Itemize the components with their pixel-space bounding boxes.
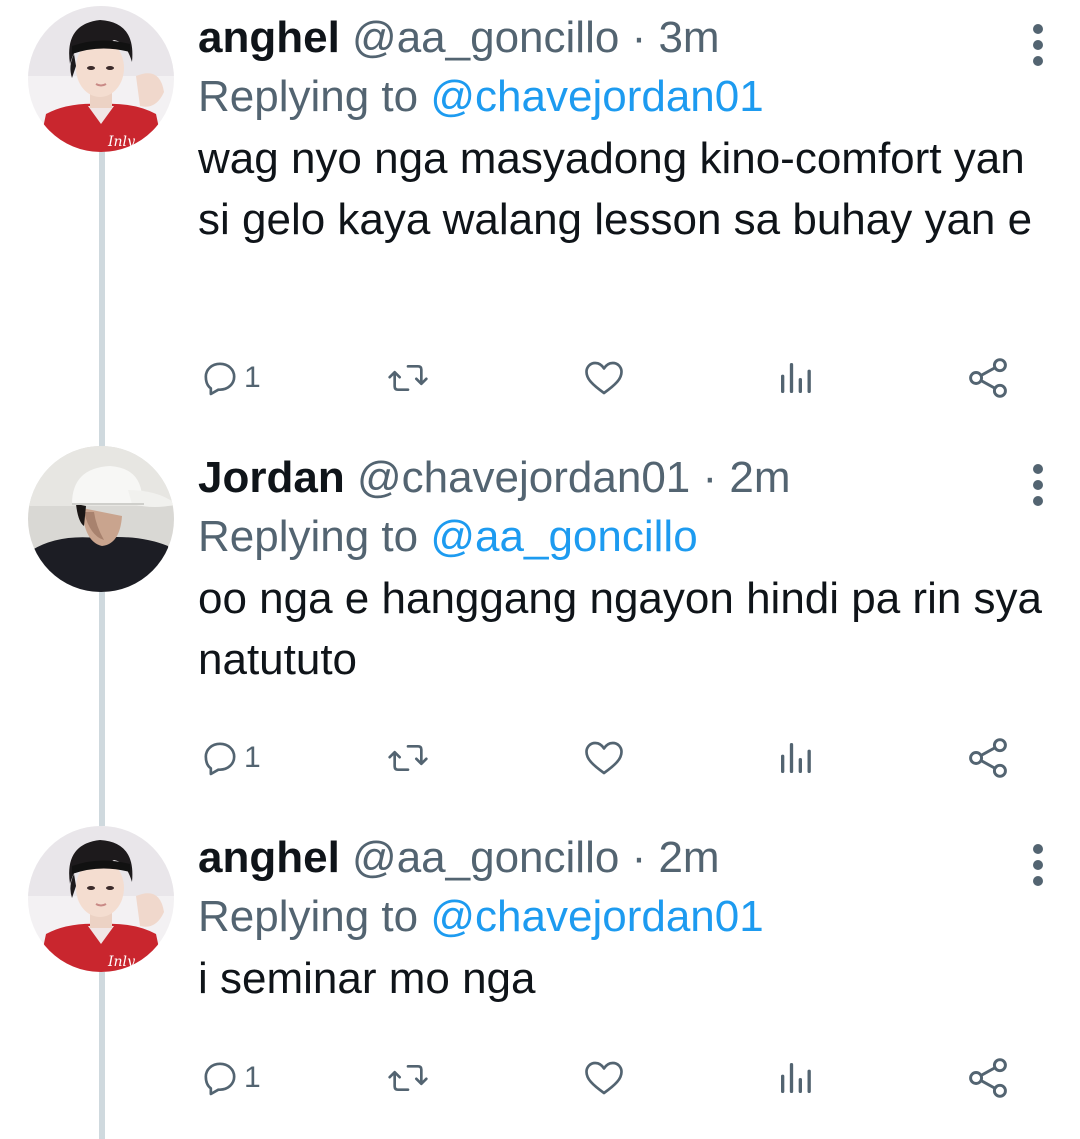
separator: · bbox=[631, 13, 647, 62]
tweet-text: wag nyo nga masyadong kino-comfort yan s… bbox=[198, 134, 1033, 244]
more-options-icon[interactable] bbox=[1030, 462, 1046, 508]
share-button[interactable] bbox=[966, 350, 1010, 406]
display-name[interactable]: anghel bbox=[198, 833, 340, 882]
like-icon bbox=[582, 358, 626, 398]
timestamp[interactable]: 3m bbox=[658, 13, 719, 62]
replying-to: Replying to @chavejordan01 bbox=[198, 888, 1060, 946]
timestamp[interactable]: 2m bbox=[658, 833, 719, 882]
mention-link[interactable]: @chavejordan01 bbox=[430, 892, 763, 941]
reply-icon bbox=[200, 738, 240, 778]
reply-count: 1 bbox=[244, 1061, 261, 1094]
separator: · bbox=[702, 453, 718, 502]
views-icon bbox=[776, 358, 816, 398]
avatar-white-cap-image bbox=[28, 446, 174, 592]
separator: · bbox=[631, 833, 647, 882]
svg-text:Inly: Inly bbox=[107, 954, 136, 970]
views-icon bbox=[776, 1058, 816, 1098]
replying-prefix: Replying to bbox=[198, 892, 419, 941]
avatar[interactable]: Inly bbox=[28, 6, 174, 152]
tweet-text: i seminar mo nga bbox=[198, 954, 536, 1003]
share-icon bbox=[966, 1056, 1010, 1100]
share-button[interactable] bbox=[966, 1050, 1010, 1106]
action-bar: 1 bbox=[198, 730, 1018, 786]
share-icon bbox=[966, 736, 1010, 780]
tweet[interactable]: Inly anghel @aa_goncillo · 3m Replying t… bbox=[0, 6, 1080, 446]
mention-link[interactable]: @chavejordan01 bbox=[430, 72, 763, 121]
tweet[interactable]: Inly anghel @aa_goncillo · 2m Replying t… bbox=[0, 826, 1080, 1139]
reply-button[interactable]: 1 bbox=[200, 1050, 261, 1106]
avatar-headband-image: Inly bbox=[28, 826, 174, 972]
share-button[interactable] bbox=[966, 730, 1010, 786]
views-button[interactable] bbox=[776, 1050, 816, 1106]
reply-button[interactable]: 1 bbox=[200, 730, 261, 786]
handle[interactable]: @chavejordan01 bbox=[357, 453, 690, 502]
share-icon bbox=[966, 356, 1010, 400]
reply-thread: Inly anghel @aa_goncillo · 3m Replying t… bbox=[0, 0, 1080, 1139]
views-button[interactable] bbox=[776, 350, 816, 406]
tweet-header: anghel @aa_goncillo · 3m bbox=[198, 6, 1060, 70]
display-name[interactable]: anghel bbox=[198, 13, 340, 62]
like-icon bbox=[582, 738, 626, 778]
retweet-icon bbox=[386, 1058, 430, 1098]
retweet-button[interactable] bbox=[386, 350, 430, 406]
retweet-icon bbox=[386, 738, 430, 778]
avatar[interactable]: Inly bbox=[28, 826, 174, 972]
reply-icon bbox=[200, 358, 240, 398]
replying-to: Replying to @aa_goncillo bbox=[198, 508, 1060, 566]
tweet[interactable]: Jordan @chavejordan01 · 2m Replying to @… bbox=[0, 446, 1080, 826]
action-bar: 1 bbox=[198, 1050, 1018, 1106]
replying-to: Replying to @chavejordan01 bbox=[198, 68, 1060, 126]
like-button[interactable] bbox=[582, 730, 626, 786]
handle[interactable]: @aa_goncillo bbox=[352, 13, 619, 62]
like-button[interactable] bbox=[582, 350, 626, 406]
retweet-icon bbox=[386, 358, 430, 398]
avatar[interactable] bbox=[28, 446, 174, 592]
svg-text:Inly: Inly bbox=[107, 134, 136, 150]
views-button[interactable] bbox=[776, 730, 816, 786]
replying-prefix: Replying to bbox=[198, 72, 419, 121]
action-bar: 1 bbox=[198, 350, 1018, 406]
reply-count: 1 bbox=[244, 361, 261, 394]
more-options-icon[interactable] bbox=[1030, 842, 1046, 888]
more-options-icon[interactable] bbox=[1030, 22, 1046, 68]
retweet-button[interactable] bbox=[386, 730, 430, 786]
like-icon bbox=[582, 1058, 626, 1098]
views-icon bbox=[776, 738, 816, 778]
tweet-header: Jordan @chavejordan01 · 2m bbox=[198, 446, 1060, 510]
tweet-text: oo nga e hanggang ngayon hindi pa rin sy… bbox=[198, 574, 1043, 684]
display-name[interactable]: Jordan bbox=[198, 453, 345, 502]
reply-count: 1 bbox=[244, 741, 261, 774]
reply-icon bbox=[200, 1058, 240, 1098]
timestamp[interactable]: 2m bbox=[729, 453, 790, 502]
reply-button[interactable]: 1 bbox=[200, 350, 261, 406]
replying-prefix: Replying to bbox=[198, 512, 419, 561]
handle[interactable]: @aa_goncillo bbox=[352, 833, 619, 882]
like-button[interactable] bbox=[582, 1050, 626, 1106]
avatar-headband-image: Inly bbox=[28, 6, 174, 152]
mention-link[interactable]: @aa_goncillo bbox=[430, 512, 697, 561]
tweet-header: anghel @aa_goncillo · 2m bbox=[198, 826, 1060, 890]
retweet-button[interactable] bbox=[386, 1050, 430, 1106]
